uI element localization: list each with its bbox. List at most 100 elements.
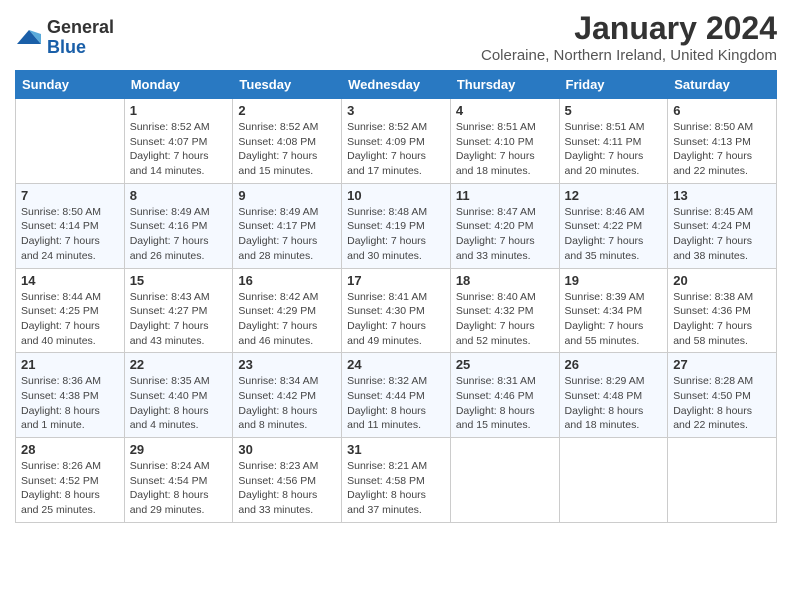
logo-blue-text: Blue xyxy=(47,38,114,58)
date-number: 13 xyxy=(673,188,771,203)
date-number: 5 xyxy=(565,103,663,118)
header-thursday: Thursday xyxy=(450,71,559,99)
calendar-cell-w5-d6 xyxy=(559,438,668,523)
date-number: 1 xyxy=(130,103,228,118)
calendar-cell-w1-d1 xyxy=(16,99,125,184)
date-number: 15 xyxy=(130,273,228,288)
cell-info: Sunrise: 8:52 AMSunset: 4:09 PMDaylight:… xyxy=(347,121,427,177)
calendar-cell-w2-d3: 9 Sunrise: 8:49 AMSunset: 4:17 PMDaylight… xyxy=(233,183,342,268)
calendar-cell-w4-d1: 21Sunrise: 8:36 AMSunset: 4:38 PMDayligh… xyxy=(16,353,125,438)
cell-info: Sunrise: 8:34 AMSunset: 4:42 PMDaylight:… xyxy=(238,375,318,431)
header: General Blue January 2024 Coleraine, Nor… xyxy=(15,10,777,64)
calendar-cell-w2-d1: 7 Sunrise: 8:50 AMSunset: 4:14 PMDaylight… xyxy=(16,183,125,268)
logo: General Blue xyxy=(15,18,114,58)
calendar-cell-w5-d2: 29 Sunrise: 8:24 AMSunset: 4:54 PMDayligh… xyxy=(124,438,233,523)
calendar-cell-w1-d5: 4 Sunrise: 8:51 AMSunset: 4:10 PMDaylight… xyxy=(450,99,559,184)
date-number: 4 xyxy=(456,103,554,118)
calendar-cell-w5-d1: 28Sunrise: 8:26 AMSunset: 4:52 PMDayligh… xyxy=(16,438,125,523)
month-title: January 2024 xyxy=(481,10,777,47)
logo-icon xyxy=(15,24,43,52)
cell-info: Sunrise: 8:50 AMSunset: 4:13 PMDaylight:… xyxy=(673,121,753,177)
date-number: 20 xyxy=(673,273,771,288)
calendar-cell-w1-d3: 2 Sunrise: 8:52 AMSunset: 4:08 PMDaylight… xyxy=(233,99,342,184)
date-number: 31 xyxy=(347,442,445,457)
header-wednesday: Wednesday xyxy=(342,71,451,99)
cell-info: Sunrise: 8:24 AMSunset: 4:54 PMDaylight:… xyxy=(130,460,210,516)
week-row-3: 14 Sunrise: 8:44 AMSunset: 4:25 PMDayligh… xyxy=(16,268,777,353)
calendar-cell-w4-d4: 24 Sunrise: 8:32 AMSunset: 4:44 PMDayligh… xyxy=(342,353,451,438)
cell-info: Sunrise: 8:47 AMSunset: 4:20 PMDaylight:… xyxy=(456,206,536,262)
header-monday: Monday xyxy=(124,71,233,99)
header-sunday: Sunday xyxy=(16,71,125,99)
cell-info: Sunrise: 8:51 AMSunset: 4:10 PMDaylight:… xyxy=(456,121,536,177)
cell-info: Sunrise: 8:52 AMSunset: 4:08 PMDaylight:… xyxy=(238,121,318,177)
calendar-cell-w4-d3: 23 Sunrise: 8:34 AMSunset: 4:42 PMDayligh… xyxy=(233,353,342,438)
week-row-1: 1Sunrise: 8:52 AMSunset: 4:07 PMDaylight… xyxy=(16,99,777,184)
cell-info: Sunrise: 8:31 AMSunset: 4:46 PMDaylight:… xyxy=(456,375,536,431)
cell-info: Sunrise: 8:40 AMSunset: 4:32 PMDaylight:… xyxy=(456,291,536,347)
calendar-cell-w5-d3: 30 Sunrise: 8:23 AMSunset: 4:56 PMDayligh… xyxy=(233,438,342,523)
date-number: 3 xyxy=(347,103,445,118)
calendar-cell-w5-d4: 31Sunrise: 8:21 AMSunset: 4:58 PMDayligh… xyxy=(342,438,451,523)
cell-info: Sunrise: 8:50 AMSunset: 4:14 PMDaylight:… xyxy=(21,206,101,262)
date-number: 14 xyxy=(21,273,119,288)
cell-info: Sunrise: 8:48 AMSunset: 4:19 PMDaylight:… xyxy=(347,206,427,262)
calendar-cell-w3-d3: 16 Sunrise: 8:42 AMSunset: 4:29 PMDayligh… xyxy=(233,268,342,353)
calendar-cell-w4-d7: 27Sunrise: 8:28 AMSunset: 4:50 PMDayligh… xyxy=(668,353,777,438)
cell-info: Sunrise: 8:45 AMSunset: 4:24 PMDaylight:… xyxy=(673,206,753,262)
date-number: 10 xyxy=(347,188,445,203)
date-number: 29 xyxy=(130,442,228,457)
calendar-cell-w5-d5 xyxy=(450,438,559,523)
cell-info: Sunrise: 8:38 AMSunset: 4:36 PMDaylight:… xyxy=(673,291,753,347)
cell-info: Sunrise: 8:43 AMSunset: 4:27 PMDaylight:… xyxy=(130,291,210,347)
date-number: 30 xyxy=(238,442,336,457)
calendar-cell-w1-d7: 6 Sunrise: 8:50 AMSunset: 4:13 PMDaylight… xyxy=(668,99,777,184)
calendar-cell-w2-d5: 11 Sunrise: 8:47 AMSunset: 4:20 PMDayligh… xyxy=(450,183,559,268)
calendar-cell-w4-d5: 25Sunrise: 8:31 AMSunset: 4:46 PMDayligh… xyxy=(450,353,559,438)
week-row-5: 28Sunrise: 8:26 AMSunset: 4:52 PMDayligh… xyxy=(16,438,777,523)
logo-general-text: General xyxy=(47,18,114,38)
week-row-4: 21Sunrise: 8:36 AMSunset: 4:38 PMDayligh… xyxy=(16,353,777,438)
cell-info: Sunrise: 8:32 AMSunset: 4:44 PMDaylight:… xyxy=(347,375,427,431)
cell-info: Sunrise: 8:46 AMSunset: 4:22 PMDaylight:… xyxy=(565,206,645,262)
date-number: 24 xyxy=(347,357,445,372)
date-number: 22 xyxy=(130,357,228,372)
cell-info: Sunrise: 8:29 AMSunset: 4:48 PMDaylight:… xyxy=(565,375,645,431)
cell-info: Sunrise: 8:51 AMSunset: 4:11 PMDaylight:… xyxy=(565,121,645,177)
calendar-cell-w5-d7 xyxy=(668,438,777,523)
week-row-2: 7 Sunrise: 8:50 AMSunset: 4:14 PMDaylight… xyxy=(16,183,777,268)
date-number: 11 xyxy=(456,188,554,203)
calendar-cell-w2-d4: 10 Sunrise: 8:48 AMSunset: 4:19 PMDayligh… xyxy=(342,183,451,268)
calendar-body: 1Sunrise: 8:52 AMSunset: 4:07 PMDaylight… xyxy=(16,99,777,523)
date-number: 2 xyxy=(238,103,336,118)
header-friday: Friday xyxy=(559,71,668,99)
header-tuesday: Tuesday xyxy=(233,71,342,99)
cell-info: Sunrise: 8:23 AMSunset: 4:56 PMDaylight:… xyxy=(238,460,318,516)
date-number: 12 xyxy=(565,188,663,203)
calendar-cell-w2-d6: 12 Sunrise: 8:46 AMSunset: 4:22 PMDayligh… xyxy=(559,183,668,268)
date-number: 6 xyxy=(673,103,771,118)
calendar-cell-w2-d2: 8Sunrise: 8:49 AMSunset: 4:16 PMDaylight… xyxy=(124,183,233,268)
date-number: 28 xyxy=(21,442,119,457)
calendar-cell-w1-d2: 1Sunrise: 8:52 AMSunset: 4:07 PMDaylight… xyxy=(124,99,233,184)
cell-info: Sunrise: 8:44 AMSunset: 4:25 PMDaylight:… xyxy=(21,291,101,347)
cell-info: Sunrise: 8:49 AMSunset: 4:17 PMDaylight:… xyxy=(238,206,318,262)
calendar-cell-w4-d6: 26 Sunrise: 8:29 AMSunset: 4:48 PMDayligh… xyxy=(559,353,668,438)
cell-info: Sunrise: 8:36 AMSunset: 4:38 PMDaylight:… xyxy=(21,375,101,431)
cell-info: Sunrise: 8:28 AMSunset: 4:50 PMDaylight:… xyxy=(673,375,753,431)
date-number: 9 xyxy=(238,188,336,203)
date-number: 16 xyxy=(238,273,336,288)
calendar-cell-w2-d7: 13 Sunrise: 8:45 AMSunset: 4:24 PMDayligh… xyxy=(668,183,777,268)
calendar-cell-w1-d4: 3 Sunrise: 8:52 AMSunset: 4:09 PMDaylight… xyxy=(342,99,451,184)
date-number: 7 xyxy=(21,188,119,203)
title-area: January 2024 Coleraine, Northern Ireland… xyxy=(481,10,777,64)
date-number: 19 xyxy=(565,273,663,288)
calendar-cell-w4-d2: 22Sunrise: 8:35 AMSunset: 4:40 PMDayligh… xyxy=(124,353,233,438)
cell-info: Sunrise: 8:42 AMSunset: 4:29 PMDaylight:… xyxy=(238,291,318,347)
calendar-cell-w3-d4: 17Sunrise: 8:41 AMSunset: 4:30 PMDayligh… xyxy=(342,268,451,353)
cell-info: Sunrise: 8:39 AMSunset: 4:34 PMDaylight:… xyxy=(565,291,645,347)
cell-info: Sunrise: 8:41 AMSunset: 4:30 PMDaylight:… xyxy=(347,291,427,347)
calendar-header-row: Sunday Monday Tuesday Wednesday Thursday… xyxy=(16,71,777,99)
date-number: 26 xyxy=(565,357,663,372)
date-number: 23 xyxy=(238,357,336,372)
